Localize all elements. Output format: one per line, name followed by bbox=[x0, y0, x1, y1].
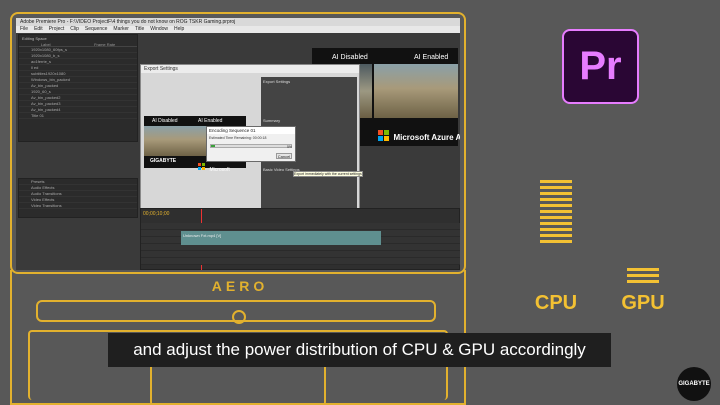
timeline-clip[interactable]: Unknown Fxt.mp4 [V] bbox=[181, 231, 381, 245]
microsoft-text: Microsoft Azure A bbox=[393, 133, 460, 142]
cpu-bar bbox=[540, 234, 572, 237]
export-dialog-title: Export Settings bbox=[141, 65, 359, 73]
gpu-bar bbox=[627, 280, 659, 283]
gpu-label: GPU bbox=[621, 292, 665, 314]
timeline-timecode: 00;00;10;00 bbox=[143, 211, 170, 217]
effects-panel: Presets Audio Effects Audio Transitions … bbox=[18, 178, 138, 218]
gigabyte-logo-text: GIGABYTE bbox=[150, 158, 177, 164]
column-header[interactable]: Frame Rate bbox=[94, 42, 115, 47]
laptop-brand: AERO bbox=[211, 278, 269, 294]
cpu-bar bbox=[540, 186, 572, 189]
summary-label: Summary bbox=[263, 118, 281, 123]
cpu-bar bbox=[540, 228, 572, 231]
menu-edit[interactable]: Edit bbox=[34, 26, 43, 33]
ai-disabled-label: AI Disabled bbox=[332, 54, 368, 61]
column-header[interactable]: Label bbox=[41, 42, 51, 47]
encoding-dialog: Encoding Sequence 01 Estimated Time Rema… bbox=[206, 126, 296, 162]
project-item-list: 1920x1080_60fps_s 1920x1080_b_s ao1ferri… bbox=[19, 47, 137, 119]
menu-project[interactable]: Project bbox=[49, 26, 65, 33]
project-panel-header: Editing Space bbox=[22, 36, 47, 41]
audio-track[interactable] bbox=[141, 251, 460, 258]
tooltip: Export immediately with the current sett… bbox=[293, 171, 363, 177]
list-item[interactable]: Title 01 bbox=[19, 113, 137, 119]
gpu-bar bbox=[627, 274, 659, 277]
audio-track[interactable] bbox=[141, 258, 460, 265]
encoding-progress-bar bbox=[210, 144, 292, 148]
ai-enabled-label: AI Enabled bbox=[414, 54, 449, 61]
microsoft-logo-icon bbox=[198, 163, 205, 171]
menu-sequence[interactable]: Sequence bbox=[85, 26, 108, 33]
cancel-button[interactable]: Cancel bbox=[276, 153, 292, 159]
project-panel: Editing Space Label Frame Rate 1920x1080… bbox=[18, 34, 138, 142]
window-title: Adobe Premiere Pro - F:\VIDEO ProjectF\4… bbox=[16, 18, 460, 26]
encoding-dialog-title: Encoding Sequence 01 bbox=[207, 127, 295, 134]
encoding-percent: 5% bbox=[286, 145, 292, 149]
effects-folder[interactable]: Video Transitions bbox=[19, 203, 137, 209]
microsoft-text-small: Microsoft bbox=[209, 167, 230, 173]
cpu-bar bbox=[540, 222, 572, 225]
cpu-bars bbox=[540, 180, 572, 243]
premiere-pro-logo: Pr bbox=[562, 29, 639, 104]
menu-clip[interactable]: Clip bbox=[70, 26, 79, 33]
cpu-label: CPU bbox=[534, 292, 578, 314]
cpu-bar bbox=[540, 216, 572, 219]
cpu-bar bbox=[540, 240, 572, 243]
cpu-bar bbox=[540, 180, 572, 183]
timeline-panel: 00;00;10;00 Unknown Fxt.mp4 [V] bbox=[140, 208, 460, 270]
subtitle: and adjust the power distribution of CPU… bbox=[108, 333, 611, 367]
gigabyte-badge: GIGABYTE bbox=[677, 367, 711, 401]
menu-title[interactable]: Title bbox=[135, 26, 144, 33]
video-track[interactable] bbox=[141, 223, 460, 230]
microsoft-logo-icon bbox=[378, 130, 389, 142]
preview-right-half bbox=[374, 64, 458, 118]
laptop-screen: Adobe Premiere Pro - F:\VIDEO ProjectF\4… bbox=[16, 18, 460, 270]
menu-bar: File Edit Project Clip Sequence Marker T… bbox=[16, 26, 460, 33]
menu-marker[interactable]: Marker bbox=[113, 26, 129, 33]
power-button-icon bbox=[232, 310, 246, 324]
gpu-bars bbox=[627, 268, 659, 283]
menu-window[interactable]: Window bbox=[150, 26, 168, 33]
audio-track[interactable] bbox=[141, 244, 460, 251]
encoding-progress-fill bbox=[211, 145, 215, 147]
time-remaining: Estimated Time Remaining: 00:00:18 bbox=[209, 136, 267, 140]
menu-help[interactable]: Help bbox=[174, 26, 184, 33]
export-ai-disabled: AI Disabled bbox=[152, 118, 178, 124]
microsoft-banner: Microsoft Azure A bbox=[378, 127, 460, 145]
export-ai-enabled: AI Enabled bbox=[198, 118, 223, 124]
cpu-bar bbox=[540, 198, 572, 201]
menu-file[interactable]: File bbox=[20, 26, 28, 33]
cpu-bar bbox=[540, 210, 572, 213]
export-settings-label: Export Settings bbox=[263, 79, 291, 84]
cpu-bar bbox=[540, 192, 572, 195]
cpu-bar bbox=[540, 204, 572, 207]
gpu-bar bbox=[627, 268, 659, 271]
